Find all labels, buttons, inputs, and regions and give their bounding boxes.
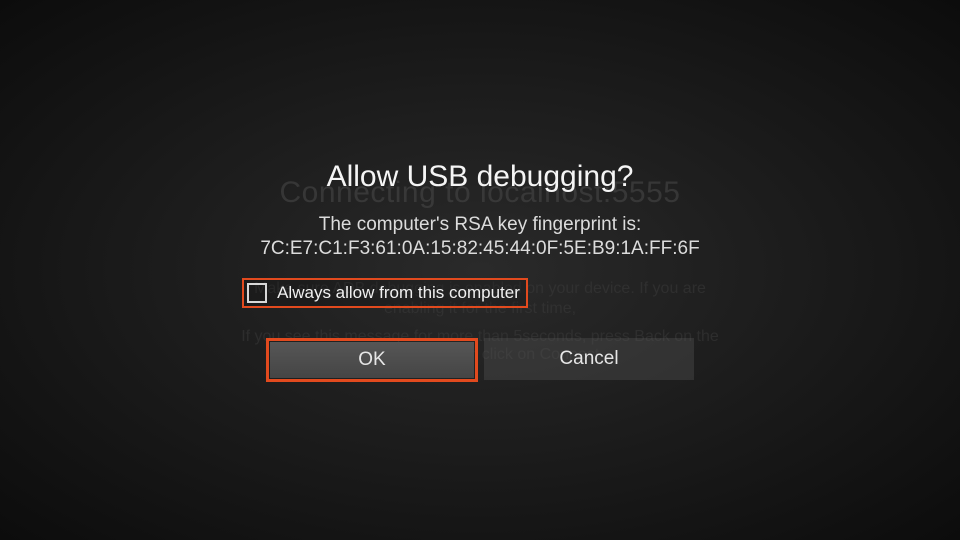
- usb-debugging-dialog: Allow USB debugging? The computer's RSA …: [200, 160, 760, 382]
- dialog-button-row: OK Cancel: [200, 338, 760, 382]
- fingerprint-label: The computer's RSA key fingerprint is:: [200, 214, 760, 236]
- cancel-button[interactable]: Cancel: [484, 338, 694, 380]
- ok-button-highlight: OK: [266, 338, 478, 382]
- checkbox-icon[interactable]: [247, 283, 267, 303]
- fingerprint-value: 7C:E7:C1:F3:61:0A:15:82:45:44:0F:5E:B9:1…: [200, 238, 760, 260]
- ok-button[interactable]: OK: [270, 342, 474, 378]
- dialog-title: Allow USB debugging?: [200, 160, 760, 194]
- always-allow-checkbox-row[interactable]: Always allow from this computer: [242, 278, 528, 308]
- always-allow-label: Always allow from this computer: [277, 283, 520, 303]
